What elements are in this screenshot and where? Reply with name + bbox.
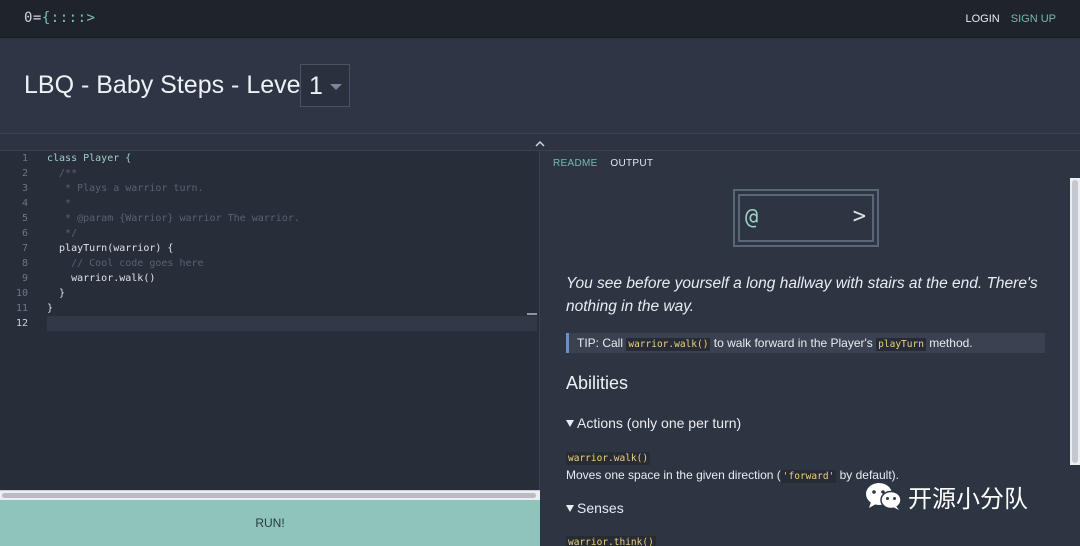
code-line[interactable]: class Player { — [47, 151, 537, 166]
code-line[interactable]: * Plays a warrior turn. — [47, 181, 537, 196]
line-number: 2 — [21, 168, 28, 179]
login-link[interactable]: LOGIN — [965, 13, 999, 25]
chevron-up-icon[interactable] — [534, 138, 546, 148]
tab-output[interactable]: OUTPUT — [610, 158, 653, 169]
watermark-text: 开源小分队 — [908, 484, 1028, 513]
wechat-icon — [866, 483, 902, 510]
senses-toggle[interactable]: Senses — [566, 500, 624, 516]
page-title: LBQ - Baby Steps - Level — [24, 71, 307, 99]
code-line[interactable]: } — [47, 286, 537, 301]
logo[interactable]: 0={::::> — [24, 10, 95, 26]
triangle-down-icon — [566, 505, 574, 512]
line-number: 10 — [15, 288, 28, 299]
line-number: 9 — [21, 273, 28, 284]
level-value: 1 — [309, 72, 323, 100]
collapse-bar — [0, 135, 1080, 151]
level-select[interactable]: 1 — [300, 64, 350, 107]
code-line[interactable]: * @param {Warrior} warrior The warrior. — [47, 211, 537, 226]
tab-readme[interactable]: README — [553, 158, 598, 169]
line-number: 12 — [15, 318, 28, 329]
code-line[interactable]: /** — [47, 166, 537, 181]
triangle-down-icon — [566, 420, 574, 427]
line-number: 3 — [21, 183, 28, 194]
line-number: 6 — [21, 228, 28, 239]
signup-link[interactable]: SIGN UP — [1011, 13, 1056, 25]
minus-icon — [527, 313, 537, 315]
tip-callout: TIP: Call warrior.walk() to walk forward… — [566, 333, 1045, 353]
code-line[interactable]: * — [47, 196, 537, 211]
warrior-unit: @ — [745, 205, 759, 230]
panel-tabs: README OUTPUT — [553, 158, 663, 169]
run-button[interactable]: RUN! — [0, 500, 540, 546]
chevron-down-icon — [330, 84, 342, 90]
code-line[interactable]: // Cool code goes here — [47, 256, 537, 271]
line-number: 4 — [21, 198, 28, 209]
ability-walk-code: warrior.walk() — [566, 452, 651, 465]
tip-code-walk: warrior.walk() — [626, 338, 711, 351]
code-area[interactable]: class Player { /** * Plays a warrior tur… — [47, 151, 537, 331]
vertical-scrollbar[interactable] — [1070, 178, 1080, 465]
level-board: @ > — [733, 189, 879, 247]
level-description: You see before yourself a long hallway w… — [566, 275, 1038, 315]
level-header: LBQ - Baby Steps - Level 1 — [0, 39, 1080, 134]
scrollbar-thumb[interactable] — [2, 493, 536, 498]
horizontal-scrollbar[interactable] — [0, 490, 540, 500]
line-number: 11 — [15, 303, 28, 314]
top-nav: 0={::::> LOGIN SIGN UP — [0, 0, 1080, 38]
stairs-unit: > — [852, 204, 866, 229]
code-line[interactable]: */ — [47, 226, 537, 241]
ability-think-code: warrior.think() — [566, 536, 656, 546]
line-number: 1 — [21, 153, 28, 164]
watermark: 开源小分队 — [864, 478, 1028, 514]
line-number: 5 — [21, 213, 28, 224]
code-editor[interactable]: 1 2 3 4 5 6 7 8 9 10 11 12 class Player … — [0, 151, 540, 490]
actions-toggle[interactable]: Actions (only one per turn) — [566, 415, 741, 431]
code-line-current[interactable] — [47, 316, 537, 331]
abilities-heading: Abilities — [566, 373, 629, 393]
ability-walk-description: Moves one space in the given direction (… — [566, 468, 899, 483]
auth-links: LOGIN SIGN UP — [957, 13, 1056, 25]
line-gutter: 1 2 3 4 5 6 7 8 9 10 11 12 — [0, 151, 40, 331]
board-floor: @ > — [738, 194, 874, 242]
scrollbar-thumb[interactable] — [1072, 180, 1078, 463]
line-number: 8 — [21, 258, 28, 269]
tip-code-playturn: playTurn — [876, 338, 926, 351]
line-number: 7 — [21, 243, 28, 254]
code-line[interactable]: warrior.walk() — [47, 271, 537, 286]
code-line[interactable]: playTurn(warrior) { — [47, 241, 537, 256]
code-line[interactable]: } — [47, 301, 537, 316]
